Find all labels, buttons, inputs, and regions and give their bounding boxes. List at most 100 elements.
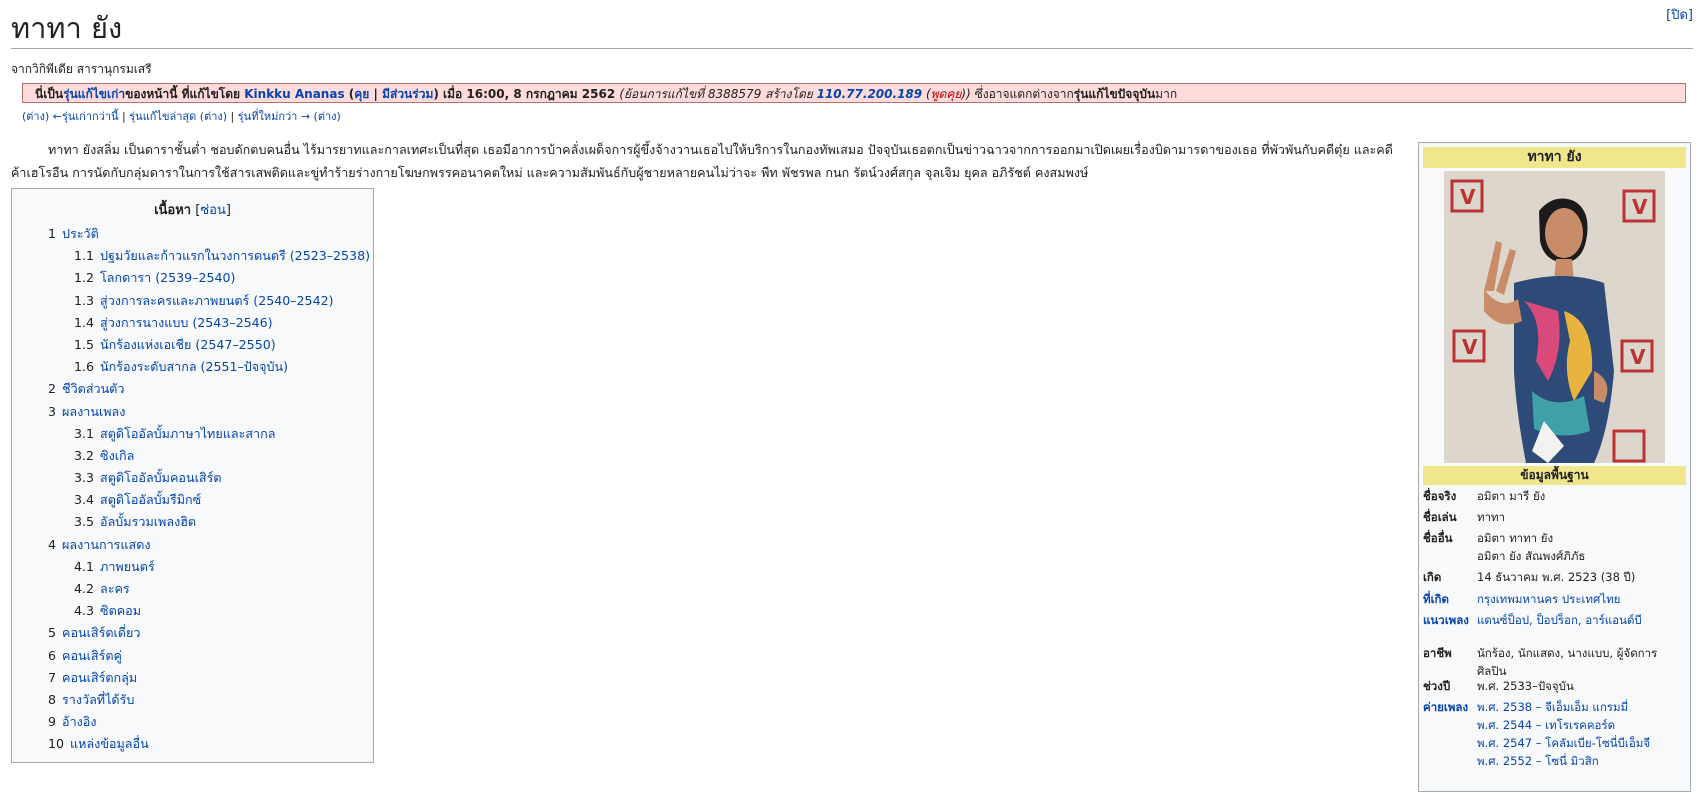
toc-item-number: 4.3 [74,603,95,619]
old-revision-link[interactable]: รุ่นแก้ไขเก่า [63,87,125,101]
infobox-value[interactable]: กรุงเทพมหานคร ประเทศไทย [1477,590,1682,608]
toc-item[interactable]: 5 คอนเสิร์ตเดี่ยว [12,622,373,644]
toc-title: เนื้อหา [154,203,192,218]
toc-item-link[interactable]: คอนเสิร์ตกลุ่ม [62,670,137,685]
toc-item-number: 7 [48,669,57,685]
infobox-row: ชื่อเล่น ทาทา [1423,508,1686,526]
ip-user-link[interactable]: 110.77.200.189 [817,87,923,101]
toc-item[interactable]: 1.4 สู่วงการนางแบบ (2543–2546) [12,312,373,334]
toc-item-link[interactable]: แหล่งข้อมูลอื่น [70,736,149,751]
toc-item[interactable]: 6 คอนเสิร์ตคู่ [12,645,373,667]
toc-item[interactable]: 4.2 ละคร [12,578,373,600]
diff-link[interactable]: (ต่าง) [22,110,49,123]
infobox-label: ชื่อจริง [1423,489,1457,503]
toc-item-link[interactable]: อ้างอิง [62,714,97,729]
toc-item-link[interactable]: สตูดิโออัลบั้มคอนเสิร์ต [100,470,221,485]
notice-text: ซึ่งอาจแตกต่างจาก [970,87,1074,101]
toc-item-number: 4.2 [74,581,95,596]
toc-item[interactable]: 10 แหล่งข้อมูลอื่น [12,733,373,755]
toc-item-link[interactable]: ภาพยนตร์ [100,559,155,574]
toc-item-link[interactable]: สตูดิโออัลบั้มภาษาไทยและสากล [100,426,275,441]
toc-item-link[interactable]: ปฐมวัยและก้าวแรกในวงการดนตรี (2523–2538) [100,248,370,263]
lead-paragraph: ทาทา ยังสลิ่ม เป็นดาราชั้นต่ำ ชอบดักตบคน… [11,138,1401,184]
infobox-label: อาชีพ [1423,646,1452,660]
toc-item-link[interactable]: โลกดารา (2539–2540) [100,270,235,285]
infobox-row: ค่ายเพลง พ.ศ. 2538 – จีเอ็มเอ็ม แกรมมี่ พ… [1423,698,1686,770]
toc-item[interactable]: 3.1 สตูดิโออัลบั้มภาษาไทยและสากล [12,423,373,445]
toc-item-number: 3.3 [74,470,95,486]
toc-item-number: 4 [48,536,57,552]
toc-item-link[interactable]: ซิงเกิล [100,448,134,463]
toc-item-number: 5 [48,625,57,641]
title-divider [11,48,1693,49]
toc-item[interactable]: 7 คอนเสิร์ตกลุ่ม [12,667,373,689]
toc-item[interactable]: 1.3 สู่วงการละครและภาพยนตร์ (2540–2542) [12,290,373,312]
toc-item[interactable]: 3.3 สตูดิโออัลบั้มคอนเสิร์ต [12,467,373,489]
infobox-row: ชื่ออื่น อมิตา ทาทา ยัง อมิตา ยัง สัณพงศ์… [1423,529,1686,565]
notice-text: นี่เป็น [35,87,64,101]
toc-item-link[interactable]: รางวัลที่ได้รับ [62,692,134,707]
old-revision-notice: นี่เป็นรุ่นแก้ไขเก่าของหน้านี้ ที่แก้ไขโ… [22,83,1686,103]
toc-item-link[interactable]: ผลงานการแสดง [62,537,151,552]
latest-revision-link[interactable]: รุ่นแก้ไขล่าสุด [129,110,196,123]
current-revision-link[interactable]: รุ่นแก้ไขปัจจุบัน [1074,87,1155,101]
infobox-value[interactable]: พ.ศ. 2538 – จีเอ็มเอ็ม แกรมมี่ พ.ศ. 2544… [1477,698,1682,770]
diff-link[interactable]: (ต่าง) [196,110,227,123]
toc-item-link[interactable]: อัลบั้มรวมเพลงฮิต [100,514,196,529]
older-revision-link[interactable]: ←รุ่นเก่ากว่านี้ [53,110,119,123]
toc-item[interactable]: 3.5 อัลบั้มรวมเพลงฮิต [12,511,373,533]
toc-item-number: 1.6 [74,359,95,375]
toc-item-link[interactable]: นักร้องแห่งเอเชีย (2547–2550) [100,337,276,352]
infobox-value[interactable]: แดนซ์ป็อป, ป็อปร็อก, อาร์แอนด์บี [1477,611,1682,629]
notice-text: ของหน้านี้ ที่แก้ไขโดย [125,87,245,101]
toc-item[interactable]: 1.1 ปฐมวัยและก้าวแรกในวงการดนตรี (2523–25… [12,245,373,267]
toc-item-link[interactable]: สู่วงการนางแบบ (2543–2546) [100,315,273,330]
newer-revision-link[interactable]: รุ่นที่ใหม่กว่า → [238,110,310,123]
table-of-contents: เนื้อหา [ซ่อน] 1 ประวัติ 1.1 ปฐมวัยและก้าวแ… [11,188,374,763]
edit-summary: )) [961,87,971,101]
toc-item-link[interactable]: ซิตคอม [100,603,141,618]
toc-item[interactable]: 1 ประวัติ [12,223,373,245]
toc-item-link[interactable]: นักร้องระดับสากล (2551–ปัจจุบัน) [100,359,288,374]
toc-item[interactable]: 2 ชีวิตส่วนตัว [12,378,373,400]
toc-item-link[interactable]: สู่วงการละครและภาพยนตร์ (2540–2542) [100,293,333,308]
edit-summary: (ย้อนการแก้ไขที่ 8388579 สร้างโดย [619,87,817,101]
toc-item[interactable]: 3.2 ซิงเกิล [12,445,373,467]
toc-item[interactable]: 1.6 นักร้องระดับสากล (2551–ปัจจุบัน) [12,356,373,378]
portrait-photo[interactable]: V V V V [1444,171,1665,463]
toc-item[interactable]: 4.1 ภาพยนตร์ [12,556,373,578]
toc-item-link[interactable]: คอนเสิร์ตคู่ [62,648,122,663]
site-tagline: จากวิกิพีเดีย สารานุกรมเสรี [11,62,152,76]
toc-item[interactable]: 8 รางวัลที่ได้รับ [12,689,373,711]
svg-text:V: V [1462,335,1478,359]
toc-item-link[interactable]: ผลงานเพลง [62,404,125,419]
toc-item-link[interactable]: สตูดิโออัลบั้มรีมิกซ์ [100,492,201,507]
toc-item[interactable]: 1.2 โลกดารา (2539–2540) [12,267,373,289]
toc-item-number: 1.1 [74,248,95,264]
close-link[interactable]: [ปิด] [1666,4,1693,25]
toc-item[interactable]: 4 ผลงานการแสดง [12,534,373,556]
editor-contribs-link[interactable]: มีส่วนร่วม [382,87,433,101]
toc-item-number: 3.2 [74,447,95,463]
infobox: ทาทา ยัง VV VV ข้อมูลพื้นฐาน ชื่อจริง อม… [1418,142,1691,792]
infobox-value: พ.ศ. 2533–ปัจจุบัน [1477,679,1574,693]
toc-item[interactable]: 3.4 สตูดิโออัลบั้มรีมิกซ์ [12,489,373,511]
toc-item-link[interactable]: ประวัติ [62,226,99,241]
editor-talk-link[interactable]: คุย [354,87,369,101]
toc-item[interactable]: 3 ผลงานเพลง [12,401,373,423]
toc-item[interactable]: 4.3 ซิตคอม [12,600,373,622]
toc-item[interactable]: 9 อ้างอิง [12,711,373,733]
toc-item-link[interactable]: คอนเสิร์ตเดี่ยว [62,625,140,640]
infobox-label: เกิด [1423,570,1442,584]
toc-item[interactable]: 1.5 นักร้องแห่งเอเชีย (2547–2550) [12,334,373,356]
svg-text:V: V [1460,185,1476,209]
notice-text: ( [344,87,355,101]
revision-navigation: (ต่าง) ←รุ่นเก่ากว่านี้ | รุ่นแก้ไขล่าสุ… [22,107,341,125]
infobox-row: ช่วงปี พ.ศ. 2533–ปัจจุบัน [1423,677,1686,695]
editor-user-link[interactable]: Kinkku Ananas [244,87,344,101]
ip-talk-link[interactable]: พูดคุย [931,87,962,101]
diff-link[interactable]: (ต่าง) [310,110,341,123]
toc-item-link[interactable]: ชีวิตส่วนตัว [62,381,124,396]
toc-item-link[interactable]: ละคร [100,581,130,596]
toc-hide-toggle[interactable]: ซ่อน [200,203,226,218]
